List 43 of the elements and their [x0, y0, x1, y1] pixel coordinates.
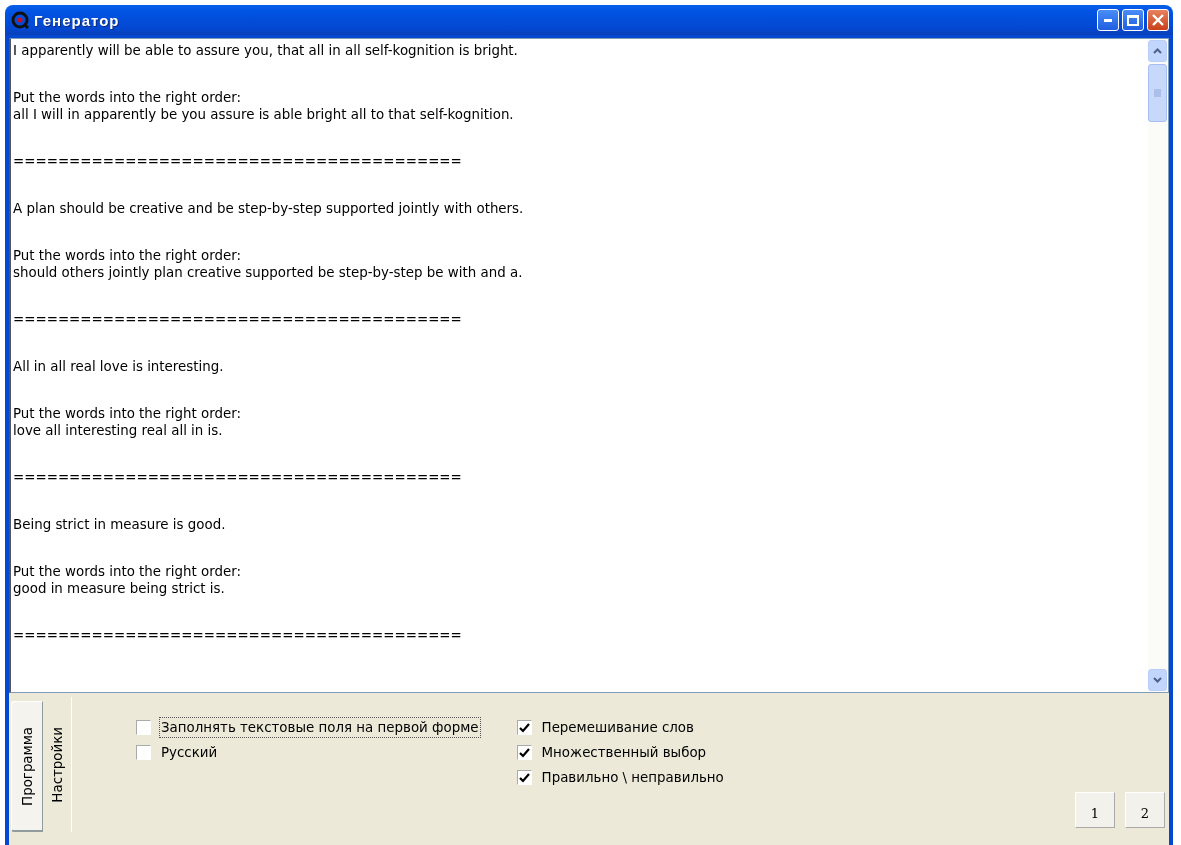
text-line: I apparently will be able to assure you, that all in all self-kognition is bright. [13, 42, 518, 59]
checkbox[interactable] [516, 770, 532, 785]
page-button[interactable]: 2 [1125, 792, 1165, 828]
text-line: ======================================== [13, 153, 462, 170]
text-line: good in measure being strict is. [13, 580, 225, 597]
minimize-icon [1104, 18, 1112, 22]
scroll-thumb[interactable] [1148, 64, 1167, 122]
checkbox-label[interactable]: Правильно \ неправильно [539, 767, 726, 788]
close-icon [1152, 14, 1164, 26]
app-logo-icon [11, 11, 29, 29]
text-line: should others jointly plan creative supported be step-by-step be with and a. [13, 264, 523, 281]
close-button[interactable] [1147, 9, 1169, 31]
checkbox-label[interactable]: Русский [159, 742, 220, 763]
text-line: ======================================== [13, 469, 462, 486]
checkbox-label[interactable]: Заполнять текстовые поля на первой форме [159, 717, 481, 738]
text-line: Put the words into the right order: [13, 89, 242, 106]
window-title: Генератор [34, 11, 121, 29]
maximize-icon [1127, 14, 1139, 26]
text-line: All in all real love is interesting. [13, 358, 224, 375]
checkbox[interactable] [516, 720, 532, 735]
text-line: love all interesting real all in is. [13, 422, 223, 439]
checkbox[interactable] [136, 720, 151, 735]
text-line: ======================================== [13, 311, 462, 328]
page-button[interactable]: 1 [1075, 792, 1115, 828]
maximize-button[interactable] [1122, 9, 1144, 31]
checkbox[interactable] [516, 745, 532, 760]
text-line: Put the words into the right order: [13, 247, 242, 264]
vertical-tab[interactable]: Программа [11, 701, 43, 832]
checkbox-label[interactable]: Перемешивание слов [539, 717, 696, 738]
checkbox-label[interactable]: Множественный выбор [539, 742, 709, 763]
text-line: A plan should be creative and be step-by-step supported jointly with others. [13, 200, 524, 217]
vertical-tab[interactable]: Настройки [43, 697, 71, 832]
checkbox[interactable] [136, 745, 151, 760]
scrollbar[interactable] [1148, 39, 1167, 692]
text-line: ======================================== [13, 627, 462, 644]
text-line: all I will in apparently be you assure is able bright all to that self-kognition. [13, 106, 514, 123]
scroll-up-button[interactable] [1148, 40, 1167, 62]
text-line: Put the words into the right order: [13, 563, 242, 580]
text-line: Put the words into the right order: [13, 405, 242, 422]
minimize-button[interactable] [1097, 9, 1119, 31]
grip-icon [1154, 88, 1161, 98]
scroll-down-button[interactable] [1148, 669, 1167, 691]
text-line: Being strict in measure is good. [13, 516, 226, 533]
